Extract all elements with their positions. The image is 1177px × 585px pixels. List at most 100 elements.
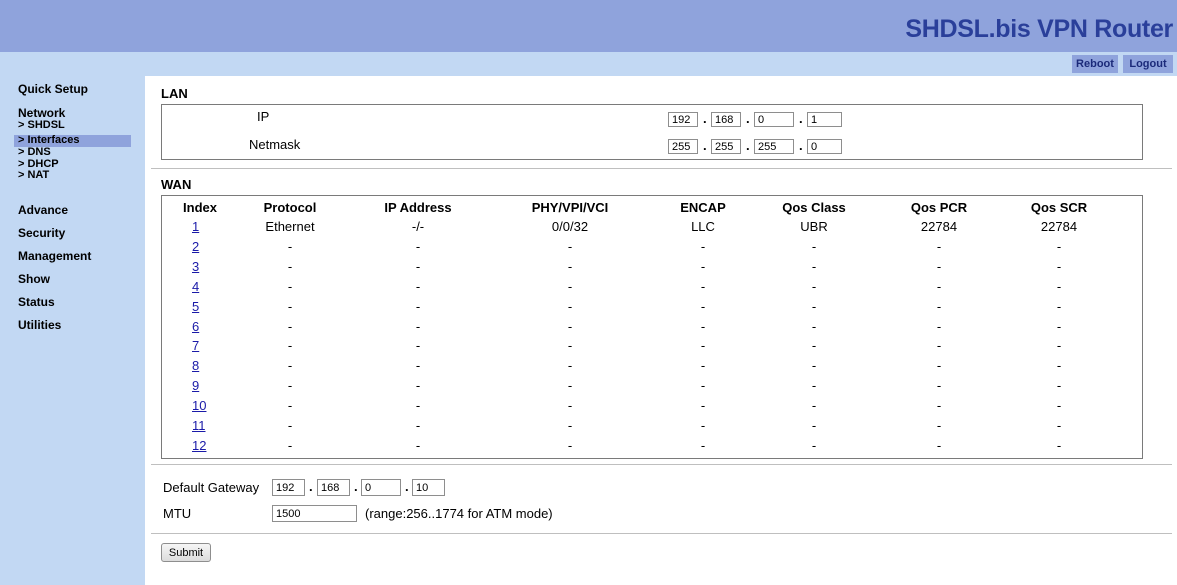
wan-cell-ip-address: -: [415, 418, 421, 433]
wan-cell-qos-scr: 22784: [1040, 219, 1078, 234]
sidebar-item-quick-setup[interactable]: Quick Setup: [18, 82, 88, 96]
wan-index-link[interactable]: 1: [192, 219, 199, 234]
wan-index-link[interactable]: 5: [192, 299, 199, 314]
wan-col-qos-pcr: Qos PCR: [910, 200, 968, 215]
sidebar-item-advance[interactable]: Advance: [18, 203, 68, 217]
gateway-octet-2[interactable]: [317, 479, 350, 496]
wan-index-link[interactable]: 3: [192, 259, 199, 274]
wan-cell-qos-pcr: -: [936, 338, 942, 354]
wan-cell-encap: -: [700, 338, 706, 354]
wan-cell-encap: -: [700, 378, 706, 394]
wan-index-link[interactable]: 4: [192, 279, 199, 294]
gateway-octet-3[interactable]: [361, 479, 401, 496]
wan-cell-qos-pcr: 22784: [920, 219, 958, 234]
mtu-input[interactable]: [272, 505, 357, 522]
wan-cell-qos-scr: -: [1056, 378, 1062, 394]
wan-cell-qos-scr: -: [1056, 437, 1062, 453]
wan-cell-phy-vpi-vci: -: [567, 398, 573, 414]
wan-index-link[interactable]: 6: [192, 319, 199, 334]
wan-cell-ip-address: -: [415, 318, 421, 334]
wan-cell-protocol: Ethernet: [265, 219, 315, 234]
wan-cell-ip-address: -: [415, 358, 421, 374]
wan-cell-ip-address: -: [415, 298, 421, 314]
wan-cell-qos-class: -: [811, 318, 817, 334]
wan-cell-qos-pcr: -: [936, 278, 942, 294]
wan-cell-qos-scr: -: [1056, 398, 1062, 414]
gateway-octet-1[interactable]: [272, 479, 305, 496]
wan-cell-qos-scr: -: [1056, 318, 1062, 334]
wan-cell-qos-pcr: -: [936, 258, 942, 274]
lan-ip-octet-1[interactable]: [668, 112, 698, 127]
wan-cell-qos-class: UBR: [800, 219, 828, 234]
wan-cell-phy-vpi-vci: -: [567, 258, 573, 274]
wan-cell-protocol: -: [287, 318, 293, 334]
wan-cell-qos-class: -: [811, 298, 817, 314]
wan-index-link[interactable]: 7: [192, 338, 199, 353]
wan-cell-phy-vpi-vci: -: [567, 338, 573, 354]
wan-index-link[interactable]: 12: [192, 438, 206, 453]
lan-netmask-octet-1[interactable]: [668, 139, 698, 154]
wan-cell-phy-vpi-vci: -: [567, 298, 573, 314]
wan-cell-qos-scr: -: [1056, 298, 1062, 314]
wan-cell-protocol: -: [287, 258, 293, 274]
lan-netmask-octet-4[interactable]: [807, 139, 842, 154]
wan-cell-ip-address: -: [415, 258, 421, 274]
logout-button[interactable]: Logout: [1123, 55, 1173, 73]
wan-cell-encap: -: [700, 318, 706, 334]
wan-index-link[interactable]: 9: [192, 378, 199, 393]
lan-ip-octet-2[interactable]: [711, 112, 741, 127]
sidebar-item-show[interactable]: Show: [18, 272, 50, 286]
lan-netmask-octet-3[interactable]: [754, 139, 794, 154]
wan-cell-ip-address: -: [415, 437, 421, 453]
sidebar-item-utilities[interactable]: Utilities: [18, 318, 61, 332]
sidebar-item-security[interactable]: Security: [18, 226, 65, 240]
wan-cell-encap: -: [700, 238, 706, 254]
sidebar-item-status[interactable]: Status: [18, 295, 55, 309]
wan-cell-encap: LLC: [691, 219, 715, 234]
octet-dot: .: [309, 479, 313, 494]
reboot-button[interactable]: Reboot: [1072, 55, 1118, 73]
wan-cell-ip-address: -: [415, 378, 421, 394]
wan-cell-protocol: -: [287, 418, 293, 433]
wan-cell-protocol: -: [287, 398, 293, 414]
sidebar-item-network[interactable]: Network: [18, 106, 65, 120]
sidebar-item-dns[interactable]: > DNS: [18, 147, 51, 158]
wan-index-link[interactable]: 11: [192, 418, 206, 433]
gateway-octet-4[interactable]: [412, 479, 445, 496]
default-gateway-label: Default Gateway: [163, 480, 260, 495]
sidebar-item-management[interactable]: Management: [18, 249, 91, 263]
wan-cell-ip-address: -: [415, 398, 421, 414]
wan-col-ip-address: IP Address: [384, 200, 452, 215]
octet-dot: .: [405, 479, 409, 494]
wan-col-index: Index: [183, 200, 217, 215]
wan-cell-qos-pcr: -: [936, 398, 942, 414]
divider: [151, 168, 1172, 169]
wan-cell-qos-class: -: [811, 358, 817, 374]
wan-cell-protocol: -: [287, 278, 293, 294]
header-bar: SHDSL.bis VPN Router: [0, 0, 1177, 52]
lan-box: [161, 104, 1143, 160]
wan-cell-phy-vpi-vci: -: [567, 437, 573, 453]
sidebar-item-interfaces[interactable]: > Interfaces: [18, 135, 79, 146]
sidebar-item-nat[interactable]: > NAT: [18, 170, 49, 181]
wan-index-link[interactable]: 10: [192, 398, 206, 413]
lan-netmask-octet-2[interactable]: [711, 139, 741, 154]
lan-ip-octet-3[interactable]: [754, 112, 794, 127]
wan-cell-qos-pcr: -: [936, 238, 942, 254]
octet-dot: .: [354, 479, 358, 494]
sub-header-bar: [0, 52, 1177, 76]
wan-section-title: WAN: [161, 177, 192, 192]
lan-ip-octet-4[interactable]: [807, 112, 842, 127]
wan-cell-encap: -: [700, 358, 706, 374]
wan-cell-encap: -: [700, 437, 706, 453]
wan-cell-protocol: -: [287, 298, 293, 314]
wan-index-link[interactable]: 2: [192, 239, 199, 254]
octet-dot: .: [703, 138, 707, 153]
octet-dot: .: [746, 138, 750, 153]
sidebar-item-shdsl[interactable]: > SHDSL: [18, 120, 65, 131]
wan-index-link[interactable]: 8: [192, 358, 199, 373]
wan-cell-qos-pcr: -: [936, 298, 942, 314]
wan-cell-phy-vpi-vci: -: [567, 278, 573, 294]
submit-button[interactable]: Submit: [161, 543, 211, 562]
wan-cell-phy-vpi-vci: -: [567, 418, 573, 433]
